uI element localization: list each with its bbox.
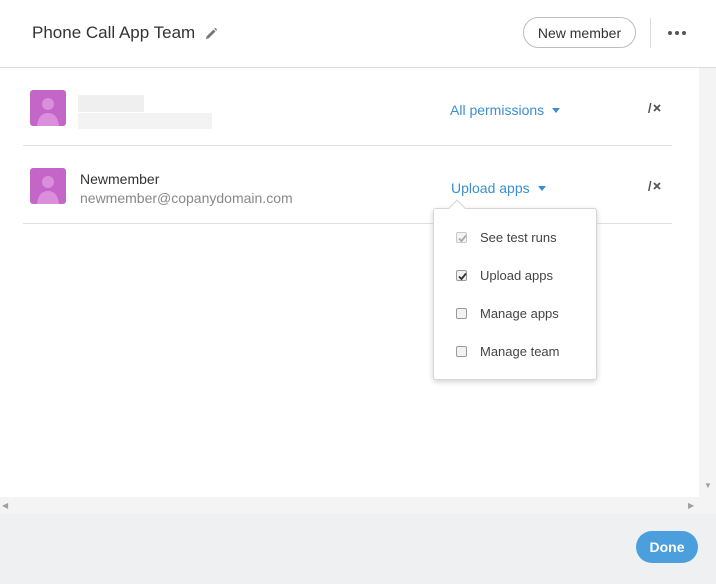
vertical-scrollbar[interactable]: ▼ (699, 68, 716, 497)
header-divider (650, 18, 651, 48)
new-member-button[interactable]: New member (523, 17, 636, 48)
permissions-dropdown-menu: See test runs Upload apps Manage apps Ma… (433, 199, 597, 380)
dialog-footer (0, 514, 716, 584)
default-avatar-icon (30, 90, 66, 126)
redacted-email (78, 113, 212, 129)
member-name: Newmember (80, 171, 160, 187)
checkbox-checked-disabled[interactable] (456, 232, 467, 243)
more-horizontal-icon[interactable] (668, 31, 688, 37)
permission-label: All permissions (450, 102, 545, 118)
dialog-header: Phone Call App Team New member (0, 0, 716, 68)
option-label: Manage team (480, 344, 560, 359)
remove-member-icon[interactable] (645, 179, 663, 193)
permission-option-manage-team[interactable]: Manage team (434, 340, 596, 364)
scroll-left-arrow-icon[interactable]: ◀ (2, 502, 8, 510)
pencil-icon[interactable] (203, 26, 219, 42)
permissions-dropdown-toggle[interactable]: Upload apps (451, 180, 546, 196)
permission-option-upload-apps[interactable]: Upload apps (434, 264, 596, 288)
default-avatar-icon (30, 168, 66, 204)
permission-option-see-test-runs[interactable]: See test runs (434, 226, 596, 250)
option-label: Upload apps (480, 268, 553, 283)
permission-option-manage-apps[interactable]: Manage apps (434, 302, 596, 326)
done-button[interactable]: Done (636, 531, 698, 563)
member-email: newmember@copanydomain.com (80, 190, 293, 206)
horizontal-scrollbar[interactable]: ◀ ▶ (0, 497, 716, 514)
team-title: Phone Call App Team (32, 23, 196, 42)
checkbox-unchecked[interactable] (456, 346, 467, 357)
option-label: See test runs (480, 230, 557, 245)
caret-down-icon (552, 108, 561, 113)
caret-down-icon (537, 186, 546, 191)
remove-member-icon[interactable] (645, 101, 663, 115)
checkbox-checked[interactable] (456, 270, 467, 281)
option-label: Manage apps (480, 306, 559, 321)
permission-label: Upload apps (451, 180, 530, 196)
redacted-name (78, 95, 144, 112)
scroll-down-arrow-icon[interactable]: ▼ (704, 482, 712, 490)
member-row: All permissions (23, 69, 672, 146)
checkbox-unchecked[interactable] (456, 308, 467, 319)
permissions-dropdown-toggle[interactable]: All permissions (450, 102, 561, 118)
scroll-right-arrow-icon[interactable]: ▶ (688, 502, 694, 510)
